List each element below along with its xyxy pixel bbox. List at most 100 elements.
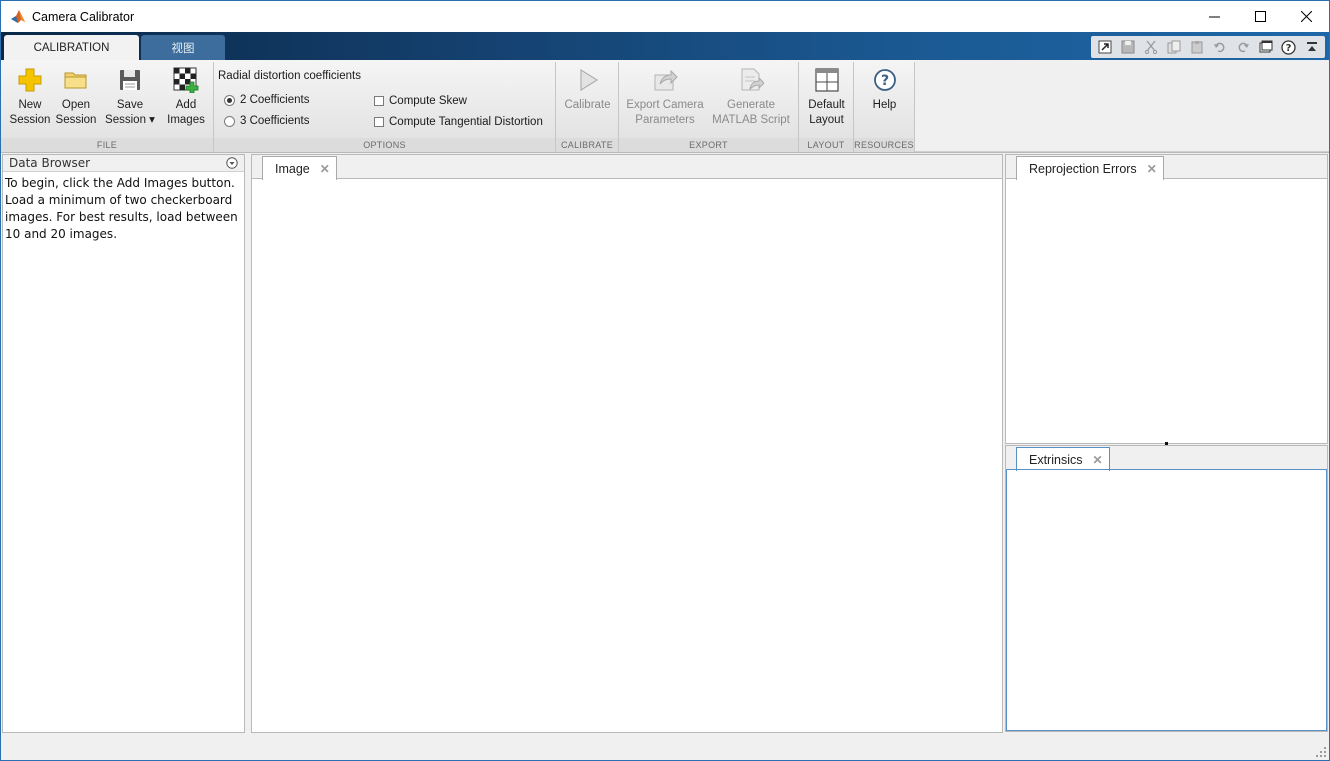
matlab-logo-icon [11, 9, 25, 23]
layout-grid-icon [814, 68, 839, 92]
radio-2-coefficients[interactable]: 2 Coefficients [224, 94, 309, 106]
close-icon[interactable]: ✕ [320, 162, 330, 176]
svg-text:?: ? [1286, 43, 1292, 54]
add-checkerboard-icon [173, 67, 199, 93]
tab-view[interactable]: 视图 [141, 35, 225, 60]
section-file: New Session Open Session Save Session ▾ [1, 62, 214, 152]
section-label-file: FILE [1, 138, 213, 152]
extrinsics-tab-bar: Extrinsics ✕ [1006, 446, 1327, 471]
default-layout-button[interactable]: Default Layout [802, 66, 851, 128]
data-browser-panel: Data Browser To begin, click the Add Ima… [2, 154, 245, 733]
tab-extrinsics-label: Extrinsics [1029, 452, 1083, 467]
tab-image[interactable]: Image ✕ [262, 156, 337, 180]
section-layout: Default Layout LAYOUT [799, 62, 854, 152]
data-browser-message: To begin, click the Add Images button. L… [5, 176, 238, 241]
checkbox-unchecked-icon [374, 96, 384, 106]
plus-icon [18, 68, 42, 92]
help-circle-icon: ? [873, 69, 896, 91]
close-window-button[interactable] [1283, 1, 1329, 32]
svg-text:?: ? [880, 73, 888, 89]
help-label: Help [872, 99, 897, 111]
floppy-disk-icon [120, 70, 140, 90]
export-camera-parameters-label: Export Camera Parameters [626, 99, 704, 126]
save-session-label: Save Session ▾ [105, 99, 155, 126]
tab-reprojection-label: Reprojection Errors [1029, 161, 1137, 176]
dock-icon[interactable] [1094, 38, 1115, 57]
maximize-button[interactable] [1237, 1, 1283, 32]
data-browser-header: Data Browser [3, 155, 244, 172]
section-label-export: EXPORT [619, 138, 798, 152]
new-session-label: New Session [9, 99, 51, 126]
calibrate-label: Calibrate [564, 99, 611, 111]
window-title: Camera Calibrator [32, 9, 135, 24]
save-icon[interactable] [1117, 38, 1138, 57]
reprojection-errors-area: Reprojection Errors ✕ [1005, 154, 1328, 445]
section-label-resources: RESOURCES [854, 138, 914, 152]
radio-3-label: 3 Coefficients [240, 115, 310, 127]
help-button[interactable]: ? Help [860, 66, 909, 113]
open-session-button[interactable]: Open Session [54, 66, 98, 128]
radio-2-label: 2 Coefficients [240, 94, 310, 106]
compute-tangential-checkbox[interactable]: Compute Tangential Distortion [374, 116, 543, 128]
generate-matlab-script-button[interactable]: Generate MATLAB Script [709, 66, 793, 128]
minimize-button[interactable] [1191, 1, 1237, 32]
compute-skew-label: Compute Skew [389, 95, 467, 107]
compute-skew-checkbox[interactable]: Compute Skew [374, 95, 467, 107]
reprojection-tab-bar: Reprojection Errors ✕ [1006, 155, 1327, 180]
close-icon[interactable]: ✕ [1147, 162, 1157, 176]
radio-unselected-icon [224, 115, 235, 127]
section-calibrate: Calibrate CALIBRATE [556, 62, 619, 152]
export-icon [654, 69, 678, 91]
copy-icon[interactable] [1163, 38, 1184, 57]
open-session-label: Open Session [55, 99, 97, 126]
data-browser-title: Data Browser [9, 156, 91, 170]
radio-3-coefficients[interactable]: 3 Coefficients [224, 115, 309, 127]
radio-selected-icon [224, 94, 235, 106]
save-session-button[interactable]: Save Session ▾ [101, 66, 159, 128]
tab-extrinsics[interactable]: Extrinsics ✕ [1016, 447, 1110, 471]
calibrate-button[interactable]: Calibrate [560, 66, 615, 113]
section-label-calibrate: CALIBRATE [556, 138, 618, 152]
collapse-ribbon-icon[interactable] [1301, 38, 1322, 57]
new-session-button[interactable]: New Session [7, 66, 53, 128]
tab-image-label: Image [275, 161, 310, 176]
extrinsics-focus-frame [1006, 469, 1327, 731]
status-bar [1, 734, 1329, 760]
close-icon[interactable]: ✕ [1092, 453, 1102, 467]
close-icon [1300, 11, 1312, 22]
window-controls [1191, 1, 1329, 32]
ribbon-toolstrip: New Session Open Session Save Session ▾ [1, 60, 1329, 153]
add-images-button[interactable]: Add Images [163, 66, 209, 128]
ribbon-tab-strip: CALIBRATION 视图 ? [1, 32, 1329, 60]
window-icon[interactable] [1255, 38, 1276, 57]
tab-reprojection-errors[interactable]: Reprojection Errors ✕ [1016, 156, 1164, 180]
section-options: Radial distortion coefficients 2 Coeffic… [214, 62, 556, 152]
add-images-label: Add Images [167, 99, 205, 126]
play-icon [579, 68, 598, 92]
compute-tangential-label: Compute Tangential Distortion [389, 116, 543, 128]
app-window: Camera Calibrator CALIBRATION 视图 ? New S… [0, 0, 1330, 761]
resize-grip-icon[interactable] [1316, 747, 1326, 757]
folder-icon [64, 72, 87, 89]
undo-icon[interactable] [1209, 38, 1230, 57]
default-layout-label: Default Layout [808, 99, 845, 126]
tab-calibration[interactable]: CALIBRATION [4, 35, 139, 60]
title-bar[interactable]: Camera Calibrator [1, 1, 1329, 32]
section-label-layout: LAYOUT [799, 138, 853, 152]
help-icon[interactable]: ? [1278, 38, 1299, 57]
section-resources: ? Help RESOURCES [854, 62, 915, 152]
redo-icon[interactable] [1232, 38, 1253, 57]
generate-matlab-script-label: Generate MATLAB Script [712, 99, 790, 126]
chevron-down-circle-icon[interactable] [226, 157, 238, 169]
image-tab-bar: Image ✕ [252, 155, 1002, 180]
paste-icon[interactable] [1186, 38, 1207, 57]
maximize-icon [1254, 11, 1266, 22]
minimize-icon [1208, 16, 1220, 18]
extrinsics-area: Extrinsics ✕ [1005, 445, 1328, 732]
radial-distortion-title: Radial distortion coefficients [218, 70, 361, 82]
export-camera-parameters-button[interactable]: Export Camera Parameters [623, 66, 707, 128]
script-icon [741, 68, 764, 91]
checkbox-unchecked-icon [374, 117, 384, 127]
image-document-area: Image ✕ [251, 154, 1003, 733]
cut-icon[interactable] [1140, 38, 1161, 57]
